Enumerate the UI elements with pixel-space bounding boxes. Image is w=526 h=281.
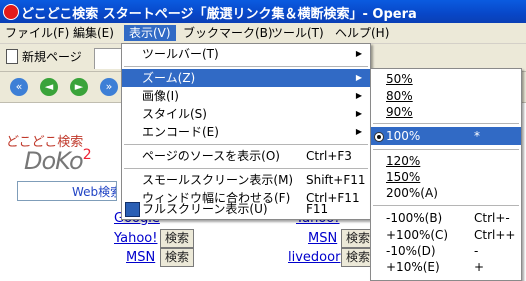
menu-item-label: ズーム(Z) [142,71,196,85]
submenu-arrow-icon: ▶ [355,109,362,118]
fast-forward-icon[interactable]: » [100,78,118,96]
menu-item-label: スモールスクリーン表示(M) [142,173,294,187]
zoom-item-100[interactable]: 100% * [371,127,521,145]
menu-separator [124,168,368,169]
engine-msn-link[interactable]: MSN [126,250,155,265]
menu-item-small-screen[interactable]: スモールスクリーン表示(M) Shift+F11 [122,171,370,189]
opera-icon [3,4,19,20]
menu-item-shortcut: * [474,129,480,143]
engine-msn-link-right[interactable]: MSN [308,231,337,246]
new-page-label: 新規ページ [22,50,82,64]
full-screen-icon [125,202,140,217]
zoom-item-50[interactable]: 50% [371,70,521,88]
submenu-arrow-icon: ▶ [355,73,362,82]
menu-item-label: 90% [386,105,413,119]
zoom-item-plus10[interactable]: +10%(E) + [371,258,521,276]
menu-item-shortcut: Ctrl+F3 [306,149,352,163]
zoom-submenu: 50% 80% 90% 100% * 120% 150% 200%(A) -10… [370,68,522,281]
menu-separator [124,144,368,145]
menu-separator [373,123,519,124]
submenu-arrow-icon: ▶ [355,49,362,58]
menu-bar: ファイル(F) 編集(E) 表示(V) ブックマーク(B) ツール(T) ヘルプ… [0,23,526,44]
menu-file[interactable]: ファイル(F) [0,25,74,41]
new-page-icon [6,49,18,64]
menu-item-view-source[interactable]: ページのソースを表示(O) Ctrl+F3 [122,147,370,165]
menu-item-full-screen[interactable]: フルスクリーン表示(U) F11 [122,200,370,218]
page-tab[interactable] [94,48,122,69]
web-search-tab[interactable]: Web検索 [17,181,117,201]
rewind-icon[interactable]: « [10,78,28,96]
menu-item-shortcut: Shift+F11 [306,173,366,187]
menu-item-label: 50% [386,72,413,86]
menu-edit[interactable]: 編集(E) [68,25,119,41]
search-button[interactable]: 検索 [160,248,195,267]
forward-icon[interactable]: ► [70,78,88,96]
menu-item-image[interactable]: 画像(I) ▶ [122,87,370,105]
menu-item-zoom[interactable]: ズーム(Z) ▶ [122,69,370,87]
menu-item-label: 200%(A) [386,186,438,200]
menu-item-shortcut: Ctrl+- [474,211,510,225]
submenu-arrow-icon: ▶ [355,91,362,100]
submenu-arrow-icon: ▶ [355,127,362,136]
menu-item-toolbar[interactable]: ツールバー(T) ▶ [122,45,370,63]
menu-separator [373,205,519,206]
menu-bookmarks[interactable]: ブックマーク(B) [178,25,278,41]
menu-item-label: ページのソースを表示(O) [142,149,280,163]
engine-livedoor-link[interactable]: livedoor [288,250,340,265]
menu-item-label: +10%(E) [386,260,440,274]
window-title: どこどこ検索 スタートページ「厳選リンク集＆横断検索」- Opera [21,7,417,22]
menu-item-label: スタイル(S) [142,107,207,121]
menu-item-shortcut: + [474,260,485,274]
menu-item-shortcut: F11 [306,202,329,216]
menu-item-style[interactable]: スタイル(S) ▶ [122,105,370,123]
zoom-item-minus100[interactable]: -100%(B) Ctrl+- [371,209,521,227]
site-logo: DoKo2 [24,147,92,175]
zoom-item-200[interactable]: 200%(A) [371,184,521,202]
menu-item-label: エンコード(E) [142,125,219,139]
menu-item-label: 画像(I) [142,89,179,103]
search-button[interactable]: 検索 [160,229,195,248]
menu-tools[interactable]: ツール(T) [266,25,329,41]
menu-separator [124,66,368,67]
menu-help[interactable]: ヘルプ(H) [330,25,394,41]
menu-separator [373,149,519,150]
menu-item-label: 100% [386,129,421,143]
menu-view[interactable]: 表示(V) [124,25,176,41]
title-bar: どこどこ検索 スタートページ「厳選リンク集＆横断検索」- Opera [0,0,526,23]
site-logo-text: DoKo [24,147,84,175]
menu-item-label: フルスクリーン表示(U) [142,202,268,216]
menu-item-label: ツールバー(T) [142,47,219,61]
site-logo-number: 2 [82,147,92,163]
view-menu: ツールバー(T) ▶ ズーム(Z) ▶ 画像(I) ▶ スタイル(S) ▶ エン… [121,43,371,220]
menu-item-encode[interactable]: エンコード(E) ▶ [122,123,370,141]
engine-yahoo-link[interactable]: Yahoo! [114,231,157,246]
new-page-button[interactable]: 新規ページ [6,48,82,66]
back-icon[interactable]: ◄ [40,78,58,96]
menu-item-label: -100%(B) [386,211,443,225]
selected-radio-icon [374,132,384,142]
zoom-item-90[interactable]: 90% [371,103,521,121]
